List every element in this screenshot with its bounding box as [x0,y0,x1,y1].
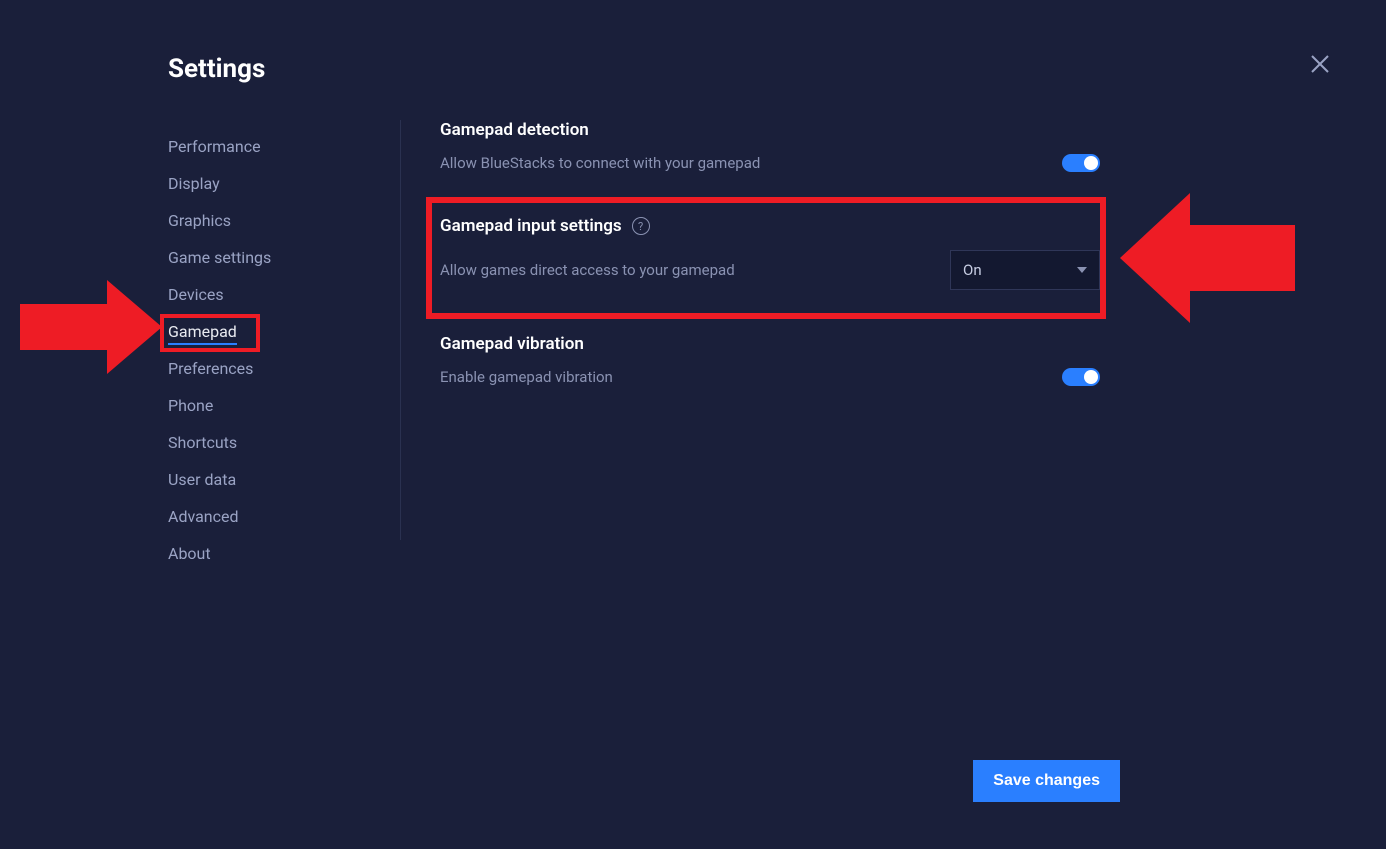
settings-title: Settings [168,54,265,84]
sidebar-item-shortcuts[interactable]: Shortcuts [168,424,378,461]
sidebar-item-label: Phone [168,396,213,415]
sidebar-item-devices[interactable]: Devices [168,276,378,313]
sidebar-item-performance[interactable]: Performance [168,128,378,165]
settings-content: Gamepad detection Allow BlueStacks to co… [440,120,1100,430]
sidebar-item-phone[interactable]: Phone [168,387,378,424]
sidebar-item-label: Performance [168,137,261,156]
section-title: Gamepad input settings [440,216,622,236]
sidebar-item-preferences[interactable]: Preferences [168,350,378,387]
sidebar-item-label: Graphics [168,211,231,230]
sidebar-item-label: Shortcuts [168,433,237,452]
sidebar-item-advanced[interactable]: Advanced [168,498,378,535]
section-description: Enable gamepad vibration [440,368,613,386]
sidebar-item-display[interactable]: Display [168,165,378,202]
close-icon [1308,52,1332,76]
sidebar-item-label: About [168,544,211,563]
chevron-down-icon [1077,267,1087,273]
sidebar-item-label: Advanced [168,507,239,526]
dropdown-value: On [963,261,982,279]
sidebar-item-user-data[interactable]: User data [168,461,378,498]
sidebar-item-label: User data [168,470,236,489]
sidebar-item-graphics[interactable]: Graphics [168,202,378,239]
annotation-arrow-right [1120,183,1300,333]
sidebar-item-gamepad[interactable]: Gamepad [168,313,378,350]
gamepad-input-dropdown[interactable]: On [950,250,1100,290]
sidebar-item-game-settings[interactable]: Game settings [168,239,378,276]
close-button[interactable] [1308,52,1332,76]
gamepad-input-section: Gamepad input settings ? Allow games dir… [440,216,1100,290]
gamepad-detection-section: Gamepad detection Allow BlueStacks to co… [440,120,1100,172]
gamepad-vibration-section: Gamepad vibration Enable gamepad vibrati… [440,334,1100,386]
section-description: Allow BlueStacks to connect with your ga… [440,154,760,172]
section-title: Gamepad detection [440,120,589,140]
sidebar-item-label: Preferences [168,359,253,378]
sidebar-item-label: Gamepad [168,322,237,345]
save-changes-button[interactable]: Save changes [973,760,1120,802]
section-description: Allow games direct access to your gamepa… [440,261,735,279]
vertical-divider [400,120,401,540]
sidebar-item-about[interactable]: About [168,535,378,572]
gamepad-vibration-toggle[interactable] [1062,368,1100,386]
section-title: Gamepad vibration [440,334,584,354]
sidebar-item-label: Game settings [168,248,271,267]
settings-sidebar: Performance Display Graphics Game settin… [168,128,378,572]
gamepad-detection-toggle[interactable] [1062,154,1100,172]
annotation-arrow-left [12,272,162,382]
sidebar-item-label: Devices [168,285,224,304]
help-icon[interactable]: ? [632,217,650,235]
sidebar-item-label: Display [168,174,220,193]
